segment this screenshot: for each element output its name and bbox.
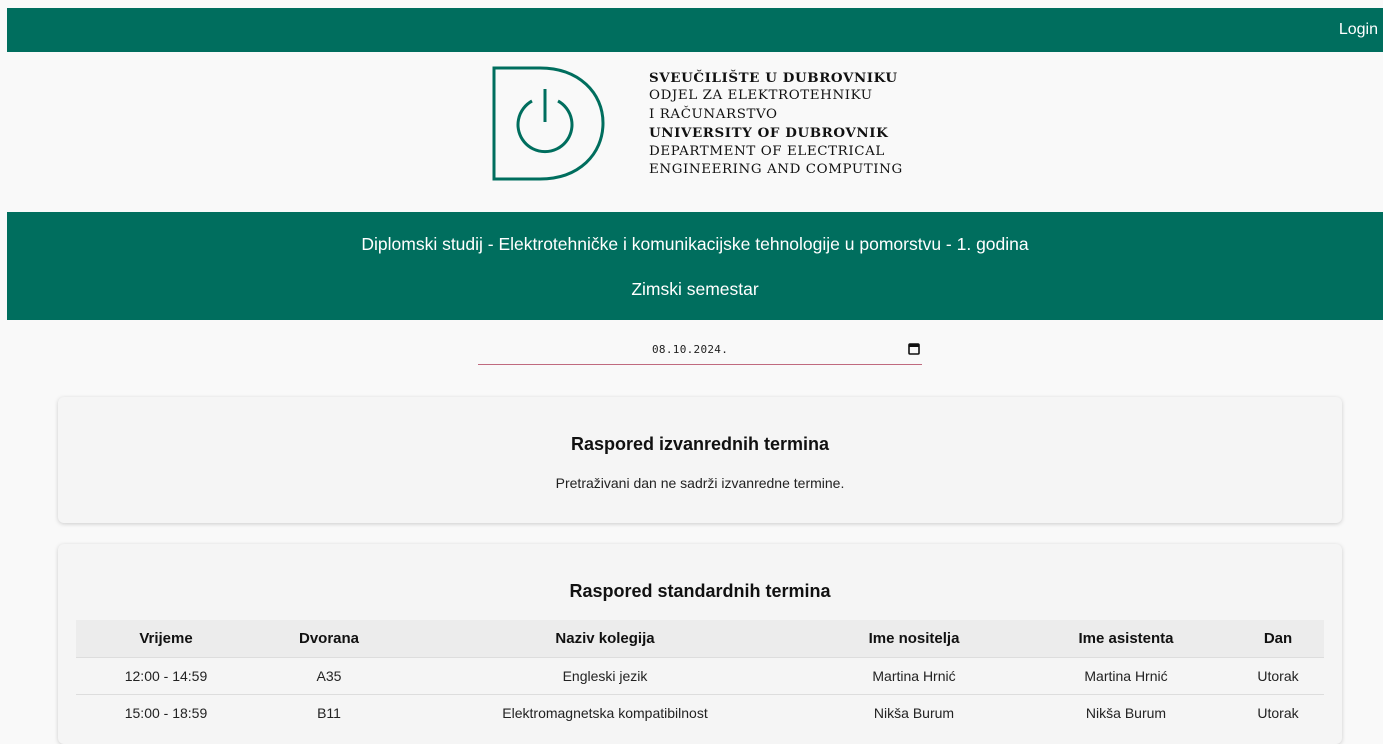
extraordinary-title: Raspored izvanrednih termina xyxy=(570,434,830,454)
cell-lecturer: Martina Hrnić xyxy=(808,657,1020,695)
cell-room: A35 xyxy=(256,657,402,695)
standard-title: Raspored standardnih termina xyxy=(569,581,831,601)
table-row: 12:00 - 14:59 A35 Engleski jezik Martina… xyxy=(76,657,1324,695)
logo-line-1: SVEUČILIŠTE U DUBROVNIKU xyxy=(649,70,898,86)
cell-time: 15:00 - 18:59 xyxy=(76,694,256,731)
university-logo: SVEUČILIŠTE U DUBROVNIKU ODJEL ZA ELEKTR… xyxy=(490,64,930,184)
cell-assistant: Martina Hrnić xyxy=(1020,657,1232,695)
col-header-day: Dan xyxy=(1263,630,1293,647)
cell-course: Engleski jezik xyxy=(402,657,808,695)
cell-course: Elektromagnetska kompatibilnost xyxy=(402,694,808,731)
date-value: 08.10.2024. xyxy=(652,343,729,356)
col-header-time: Vrijeme xyxy=(139,630,193,647)
standard-schedule-card: Raspored standardnih termina Vrijeme Dvo… xyxy=(58,544,1342,744)
table-row: 15:00 - 18:59 B11 Elektromagnetska kompa… xyxy=(76,694,1324,731)
power-d-logo-icon xyxy=(492,66,605,181)
col-header-room: Dvorana xyxy=(298,630,360,647)
date-input[interactable]: 08.10.2024. xyxy=(478,334,922,365)
col-header-lecturer: Ime nositelja xyxy=(868,630,960,647)
logo-line-6: ENGINEERING AND COMPUTING xyxy=(649,162,903,178)
extraordinary-schedule-card: Raspored izvanrednih termina Pretraživan… xyxy=(58,397,1342,523)
schedule-table: Vrijeme Dvorana Naziv kolegija Ime nosit… xyxy=(76,620,1324,731)
logo-text: SVEUČILIŠTE U DUBROVNIKU ODJEL ZA ELEKTR… xyxy=(649,69,903,179)
calendar-icon[interactable] xyxy=(908,343,920,355)
table-header-row: Vrijeme Dvorana Naziv kolegija Ime nosit… xyxy=(76,620,1324,658)
col-header-assistant: Ime asistenta xyxy=(1078,630,1174,647)
no-results-message: Pretraživani dan ne sadrži izvanredne te… xyxy=(555,475,845,491)
cell-assistant: Nikša Burum xyxy=(1020,694,1232,731)
cell-lecturer: Nikša Burum xyxy=(808,694,1020,731)
logo-line-3: I RAČUNARSTVO xyxy=(649,106,778,122)
cell-day: Utorak xyxy=(1232,694,1324,731)
cell-day: Utorak xyxy=(1232,657,1324,695)
top-nav-bar: Login xyxy=(7,8,1383,52)
program-title: Diplomski studij - Elektrotehničke i kom… xyxy=(361,234,1029,254)
cell-time: 12:00 - 14:59 xyxy=(76,657,256,695)
col-header-course: Naziv kolegija xyxy=(555,630,655,647)
login-link[interactable]: Login xyxy=(1339,21,1378,39)
logo-line-4: UNIVERSITY OF DUBROVNIK xyxy=(649,125,889,142)
cell-room: B11 xyxy=(256,694,402,731)
program-banner: Diplomski studij - Elektrotehničke i kom… xyxy=(7,212,1383,320)
semester-title: Zimski semestar xyxy=(631,279,759,299)
logo-line-5: DEPARTMENT OF ELECTRICAL xyxy=(649,143,885,159)
logo-line-2: ODJEL ZA ELEKTROTEHNIKU xyxy=(649,88,873,104)
